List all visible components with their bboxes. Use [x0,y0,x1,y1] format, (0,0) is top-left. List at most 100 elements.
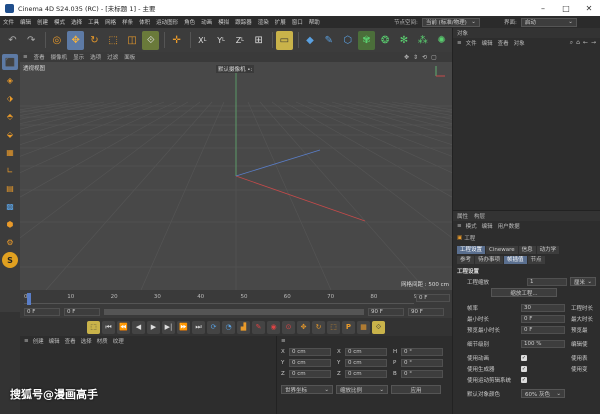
camera-icon[interactable]: ⁂ [414,31,431,50]
menu-item[interactable]: 动画 [198,18,215,26]
cloner-icon[interactable]: ✾ [358,30,375,50]
auto-key-icon[interactable]: ◉ [267,320,280,334]
scene-icon[interactable]: ✻ [396,31,413,50]
objects-menu-item[interactable]: 文件 [466,39,482,47]
y-axis-icon[interactable]: YL [213,31,230,50]
object-list[interactable] [453,48,600,211]
timeline-ruler[interactable]: 0102030405060708090 [24,294,421,304]
menu-item[interactable]: 运动图形 [153,18,181,26]
current-frame-field[interactable]: 0 F [416,294,450,302]
default-color-dropdown[interactable]: 60% 灰色 ⌄ [521,389,565,398]
subdivision-icon[interactable]: ⬡ [339,31,356,50]
use-motion-checkbox[interactable]: ✓ [521,376,527,383]
coordinate-mode-dropdown[interactable]: 世界坐标 ⌄ [281,385,333,394]
apply-button[interactable]: 应用 [391,385,441,394]
coordinate-field[interactable]: 0 ° [401,369,443,378]
redo-icon[interactable]: ↷ [23,31,40,50]
menu-item[interactable]: 网格 [102,18,119,26]
play-icon[interactable]: ▶ [147,320,160,334]
last-tool-icon[interactable]: ⟐ [142,30,160,50]
menu-item[interactable]: 渲染 [255,18,272,26]
last-frame-icon[interactable]: ⏭ [192,320,205,334]
timeline[interactable]: 0102030405060708090 0 F 0 F 0 F 90 F 90 … [20,290,452,318]
viewport-menu-icon[interactable]: ≡ [20,54,31,60]
viewport-menu-item[interactable]: 过滤 [104,53,121,61]
material-menu-icon[interactable]: ≡ [24,338,33,344]
model-mode-icon[interactable]: ⬛ [2,54,18,70]
attr-tab[interactable]: 节点 [527,256,545,264]
objects-menu-icon[interactable]: ≡ [457,40,466,46]
coordinate-field[interactable]: 0 cm [345,369,387,378]
record-icon[interactable]: ⬚ [87,320,100,334]
attr-tab[interactable]: 参考 [457,256,475,264]
range-slider[interactable] [104,309,364,315]
x-axis-icon[interactable]: XL [194,31,211,50]
viewport-menu-item[interactable]: 选项 [87,53,104,61]
scale-icon[interactable]: ⬚ [105,31,122,50]
attr-tab[interactable]: 帧插值 [504,256,527,264]
lod-field[interactable]: 100 % [521,339,565,348]
node-space-dropdown[interactable]: 当前 (标准/物理) ⌄ [421,17,480,27]
attr-tab[interactable]: 工程设置 [457,246,486,254]
select-icon[interactable]: ◎ [48,31,65,50]
coordinate-icon[interactable]: ✛ [168,31,185,50]
material-menu-item[interactable]: 查看 [65,337,81,345]
preview-start-field[interactable]: 0 F [64,308,100,316]
timeline-icon[interactable]: ◔ [222,320,235,334]
next-frame-icon[interactable]: ▶| [162,320,175,334]
maximize-icon[interactable]: □ [555,0,577,16]
end-frame-field[interactable]: 90 F [408,308,444,316]
interface-dropdown[interactable]: 启动 ⌄ [520,17,577,27]
layout-icon[interactable]: ▢ [431,54,437,61]
move-icon[interactable]: ✥ [67,30,85,50]
viewport[interactable]: 透视视图 默认摄像机 •: 网格间距 : 500 cm [20,62,452,290]
world-coordinate-icon[interactable]: ⊞ [250,31,267,50]
first-frame-icon[interactable]: ⏮ [102,320,115,334]
object-tool-icon[interactable]: ◫ [124,31,141,50]
pos-key-icon[interactable]: ✥ [297,320,310,334]
menu-item[interactable]: 模拟 [215,18,232,26]
use-generators-checkbox[interactable]: ✓ [521,365,527,372]
solo-icon[interactable]: S [2,252,18,268]
attributes-menu-item[interactable]: 编辑 [482,222,498,230]
orbit-icon[interactable]: ⟲ [422,54,427,61]
camera-label[interactable]: 默认摄像机 •: [216,65,255,73]
viewport-menu-item[interactable]: 摄像机 [48,53,71,61]
axis-mode-icon[interactable]: ∟ [2,162,18,178]
pan-icon[interactable]: ✥ [404,54,409,61]
coordinate-field[interactable]: 0 ° [401,347,443,356]
next-key-icon[interactable]: ⏩ [177,320,190,334]
motion-icon[interactable]: ▟ [237,320,250,334]
preview-end-field[interactable]: 90 F [368,308,404,316]
polygons-mode-icon[interactable]: ⬙ [2,126,18,142]
attr-tab[interactable]: Cineware [486,246,518,254]
z-axis-icon[interactable]: ZL [231,31,248,50]
attributes-tab[interactable]: 属性 [457,212,474,220]
menu-item[interactable]: 样条 [119,18,136,26]
minimize-icon[interactable]: – [532,0,554,16]
coordinate-field[interactable]: 0 cm [345,347,387,356]
scale-project-button[interactable]: 缩放工程... [491,288,557,297]
workplane-icon[interactable]: ▩ [2,198,18,214]
coordinate-field[interactable]: 0 cm [289,347,331,356]
menu-item[interactable]: 角色 [181,18,198,26]
prev-key-icon[interactable]: ⏪ [117,320,130,334]
menu-item[interactable]: 编辑 [17,18,34,26]
unit-dropdown[interactable]: 厘米 ⌄ [570,277,596,286]
material-menu-item[interactable]: 选择 [81,337,97,345]
close-icon[interactable]: ✕ [578,0,600,16]
search-icon[interactable]: ⌕ [570,39,573,47]
menu-item[interactable]: 工具 [85,18,102,26]
light-icon[interactable]: ✺ [433,31,450,50]
objects-title[interactable]: 对象 [457,29,468,37]
menu-item[interactable]: 跟踪器 [232,18,255,26]
pla-key-icon[interactable]: ▦ [357,320,370,334]
attr-tab[interactable]: 待办事项 [475,256,504,264]
attributes-menu-icon[interactable]: ≡ [457,223,466,229]
objects-menu-item[interactable]: 编辑 [482,39,498,47]
param-key-icon[interactable]: P [342,320,355,334]
rotate-icon[interactable]: ↻ [86,31,103,50]
scale-mode-dropdown[interactable]: 缩放比例 ⌄ [336,385,388,394]
zoom-icon[interactable]: ⇕ [413,54,418,61]
texture-mode-icon[interactable]: ◈ [2,72,18,88]
